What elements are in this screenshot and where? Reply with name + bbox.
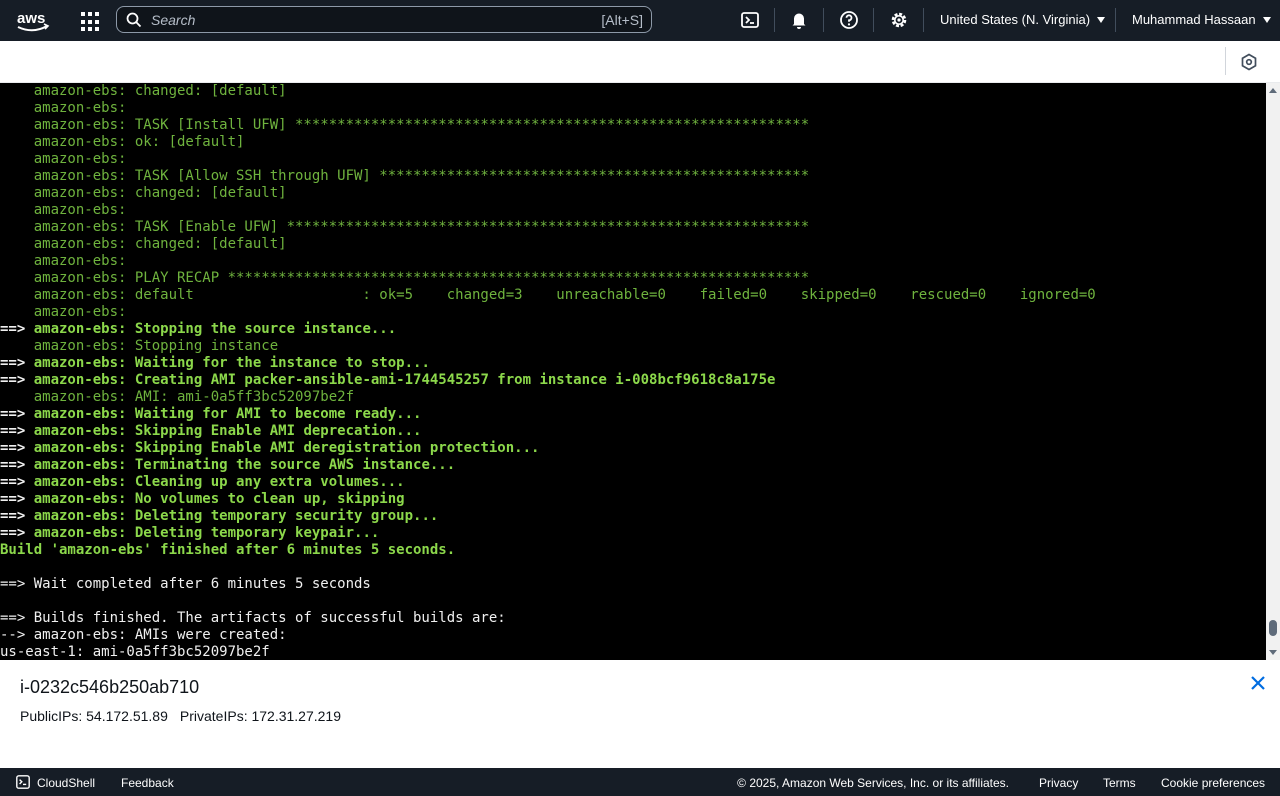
nav-divider	[1115, 8, 1116, 32]
search-placeholder: Search	[151, 12, 196, 28]
terminal-line: ==> Wait completed after 6 minutes 5 sec…	[0, 576, 371, 592]
private-ips: PrivateIPs: 172.31.27.219	[179, 708, 341, 724]
terminal-line: amazon-ebs: AMI: ami-0a5ff3bc52097be2f	[0, 389, 355, 405]
public-ips: PublicIPs: 54.172.51.89	[20, 708, 168, 724]
instance-ips: PublicIPs: 54.172.51.89 PrivateIPs: 172.3…	[20, 708, 341, 724]
cloudshell-icon[interactable]	[16, 775, 30, 789]
search-icon	[126, 12, 142, 28]
privacy-link[interactable]: Privacy	[1039, 776, 1078, 790]
instance-id: i-0232c546b250ab710	[20, 677, 200, 697]
nav-divider	[873, 8, 874, 32]
copyright-label: © 2025, Amazon Web Services, Inc. or its…	[737, 776, 1009, 790]
terminal-line: ==> amazon-ebs: Terminating the source A…	[0, 457, 456, 473]
terminal-line: amazon-ebs: default : ok=5 changed=3 unr…	[0, 287, 1096, 303]
terms-link[interactable]: Terms	[1103, 776, 1136, 790]
terminal-line: ==> amazon-ebs: Deleting temporary secur…	[0, 508, 439, 524]
terminal-line: amazon-ebs: changed: [default]	[0, 83, 287, 99]
terminal-line: amazon-ebs: TASK [Install UFW] *********…	[0, 117, 810, 133]
terminal-line: amazon-ebs:	[0, 100, 127, 116]
cookie-preferences-link[interactable]: Cookie preferences	[1161, 776, 1265, 790]
chevron-down-icon	[1097, 16, 1106, 23]
help-icon[interactable]	[839, 10, 859, 30]
top-navigation: aws Search [Alt+S] United States (N. Vir…	[0, 0, 1280, 41]
cloudshell-icon[interactable]	[740, 10, 760, 30]
instance-panel: i-0232c546b250ab710 PublicIPs: 54.172.51…	[0, 660, 1280, 768]
terminal-line: amazon-ebs:	[0, 304, 127, 320]
terminal-line: us-east-1: ami-0a5ff3bc52097be2f	[0, 644, 270, 660]
cloudshell-toolbar	[0, 41, 1280, 83]
terminal-line: ==> amazon-ebs: Waiting for the instance…	[0, 355, 430, 371]
terminal-scrollbar[interactable]	[1266, 83, 1280, 660]
footer: CloudShell Feedback © 2025, Amazon Web S…	[0, 768, 1280, 796]
terminal-line: amazon-ebs: Stopping instance	[0, 338, 279, 354]
scrollbar-thumb[interactable]	[1269, 620, 1277, 636]
terminal-line: --> amazon-ebs: AMIs were created:	[0, 627, 287, 643]
terminal-line: ==> amazon-ebs: No volumes to clean up, …	[0, 491, 405, 507]
terminal-line: Build 'amazon-ebs' finished after 6 minu…	[0, 542, 456, 558]
nav-divider	[923, 8, 924, 32]
feedback-link[interactable]: Feedback	[121, 776, 174, 790]
services-menu-icon[interactable]	[80, 11, 102, 33]
terminal-line: ==> Builds finished. The artifacts of su…	[0, 610, 506, 626]
search-shortcut: [Alt+S]	[601, 12, 643, 28]
toolbar-divider	[1225, 47, 1226, 75]
region-label: United States (N. Virginia)	[940, 12, 1091, 27]
settings-gear-icon[interactable]	[889, 10, 909, 30]
terminal-line: amazon-ebs: ok: [default]	[0, 134, 245, 150]
aws-logo[interactable]: aws	[16, 9, 50, 33]
nav-divider	[823, 8, 824, 32]
terminal-line: ==> amazon-ebs: Waiting for AMI to becom…	[0, 406, 422, 422]
terminal-line: ==> amazon-ebs: Skipping Enable AMI dere…	[0, 440, 540, 456]
terminal-line: ==> amazon-ebs: Cleaning up any extra vo…	[0, 474, 405, 490]
session-settings-icon[interactable]	[1240, 53, 1258, 71]
terminal-line: amazon-ebs: changed: [default]	[0, 236, 287, 252]
account-menu[interactable]: Muhammad Hassaan	[1132, 12, 1271, 27]
terminal-line: ==> amazon-ebs: Deleting temporary keypa…	[0, 525, 380, 541]
user-name: Muhammad Hassaan	[1132, 12, 1256, 27]
terminal[interactable]: amazon-ebs: changed: [default] amazon-eb…	[0, 83, 1266, 660]
bell-icon[interactable]	[789, 10, 809, 30]
terminal-line: amazon-ebs:	[0, 202, 127, 218]
cloudshell-link[interactable]: CloudShell	[37, 776, 95, 790]
terminal-line: amazon-ebs: changed: [default]	[0, 185, 287, 201]
terminal-line: amazon-ebs: TASK [Allow SSH through UFW]…	[0, 168, 810, 184]
terminal-line: amazon-ebs:	[0, 253, 127, 269]
terminal-line: ==> amazon-ebs: Creating AMI packer-ansi…	[0, 372, 776, 388]
terminal-line: amazon-ebs: TASK [Enable UFW] **********…	[0, 219, 810, 235]
terminal-line: amazon-ebs:	[0, 151, 127, 167]
terminal-line: ==> amazon-ebs: Skipping Enable AMI depr…	[0, 423, 422, 439]
terminal-line: ==> amazon-ebs: Stopping the source inst…	[0, 321, 397, 337]
terminal-output: amazon-ebs: changed: [default] amazon-eb…	[0, 83, 1096, 660]
terminal-line: amazon-ebs: PLAY RECAP *****************…	[0, 270, 810, 286]
region-selector[interactable]: United States (N. Virginia)	[940, 12, 1106, 27]
scroll-down-icon[interactable]	[1269, 650, 1277, 655]
nav-divider	[774, 8, 775, 32]
svg-text:aws: aws	[17, 10, 45, 27]
chevron-down-icon	[1262, 16, 1271, 23]
scroll-up-icon[interactable]	[1269, 88, 1277, 93]
search-input[interactable]: Search [Alt+S]	[116, 6, 652, 33]
close-icon[interactable]	[1248, 673, 1268, 693]
